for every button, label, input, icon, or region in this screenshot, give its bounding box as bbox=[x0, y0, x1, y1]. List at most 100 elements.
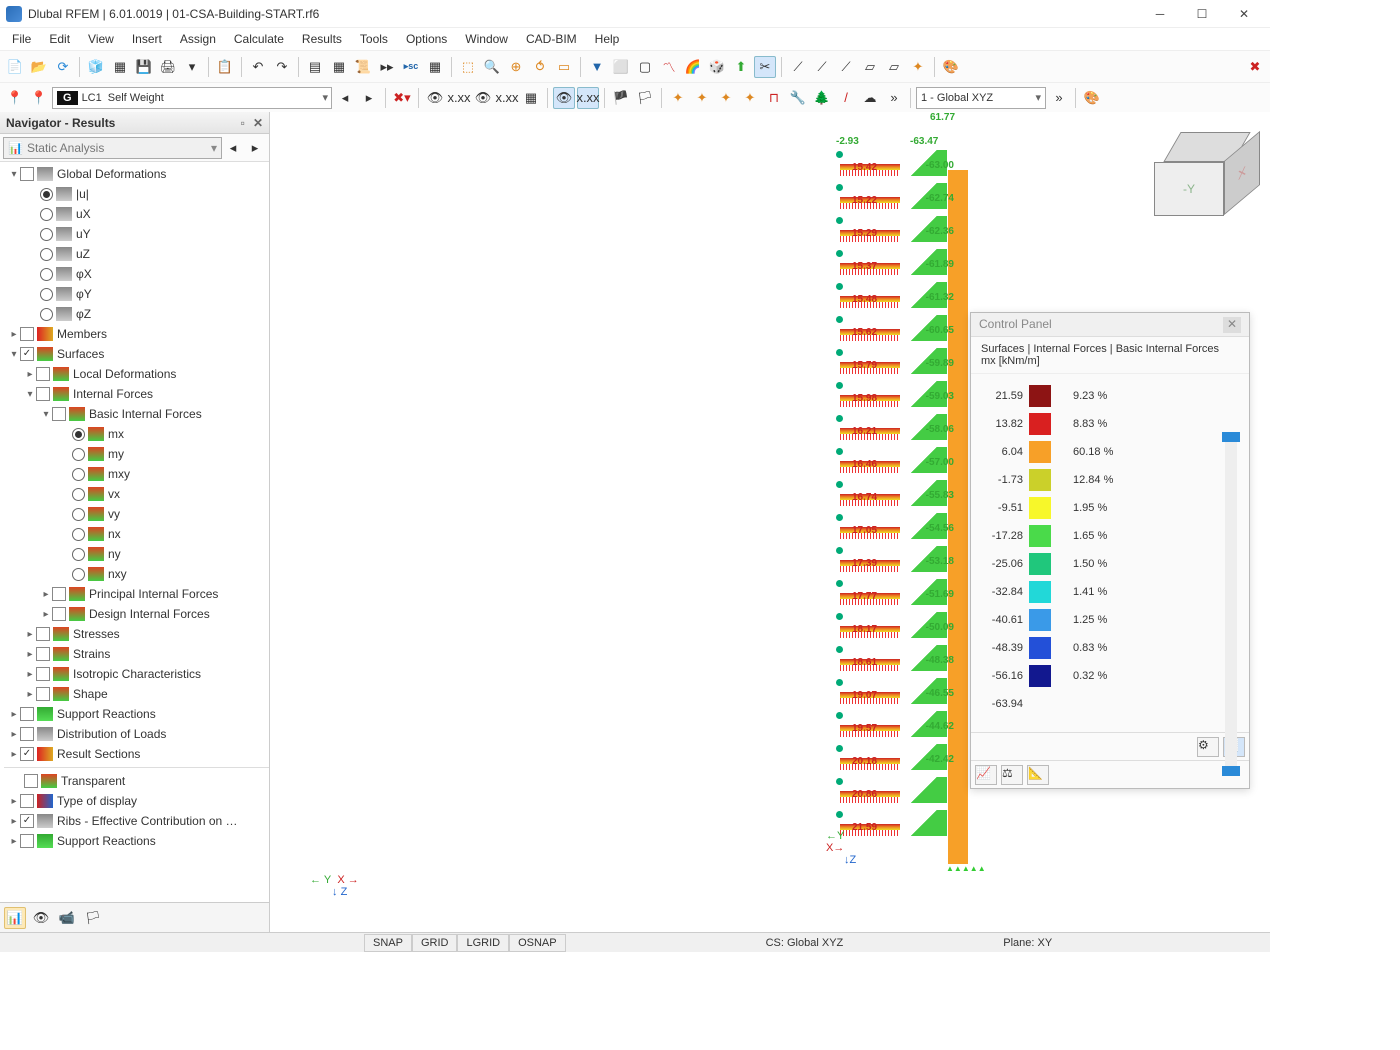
select-icon[interactable]: ⬚ bbox=[457, 56, 479, 78]
rect-icon[interactable]: ▭ bbox=[553, 56, 575, 78]
menu-options[interactable]: Options bbox=[398, 30, 455, 48]
wire-icon[interactable]: ▢ bbox=[634, 56, 656, 78]
star3-icon[interactable]: ✦ bbox=[715, 87, 737, 109]
open-icon[interactable]: 📂 bbox=[28, 56, 50, 78]
tree-radio-item[interactable]: φY bbox=[4, 284, 269, 304]
status-snap[interactable]: SNAP bbox=[364, 934, 412, 952]
script-icon[interactable]: 📜 bbox=[352, 56, 374, 78]
lc-next-icon[interactable]: ▸ bbox=[358, 87, 380, 109]
more-icon[interactable]: » bbox=[883, 87, 905, 109]
tree-radio-item[interactable]: vx bbox=[4, 484, 269, 504]
nav-mode-select[interactable]: 📊Static Analysis▾ bbox=[3, 137, 222, 159]
status-grid[interactable]: GRID bbox=[412, 934, 458, 952]
menu-tools[interactable]: Tools bbox=[352, 30, 396, 48]
maximize-button[interactable]: ☐ bbox=[1182, 2, 1222, 26]
status-osnap[interactable]: OSNAP bbox=[509, 934, 566, 952]
tree-radio-item[interactable]: nxy bbox=[4, 564, 269, 584]
viewport[interactable]: -Y X 61.77 -2.93 -63.47 ▲▲▲▲▲ 15.42-63.0… bbox=[270, 112, 1270, 932]
vis3-icon[interactable]: 👁 bbox=[472, 87, 494, 109]
nav-close-icon[interactable]: ✕ bbox=[253, 116, 263, 130]
menu-edit[interactable]: Edit bbox=[41, 30, 78, 48]
panel-opt1-icon[interactable]: ⚙ bbox=[1197, 737, 1219, 757]
beam2-icon[interactable]: ⟋ bbox=[811, 56, 833, 78]
close-button[interactable]: ✕ bbox=[1224, 2, 1264, 26]
menu-help[interactable]: Help bbox=[587, 30, 628, 48]
tree-radio-item[interactable]: uX bbox=[4, 204, 269, 224]
lc-pin2-icon[interactable]: 📍 bbox=[28, 87, 50, 109]
diagram-icon[interactable]: 〽 bbox=[658, 56, 680, 78]
cs-edit-icon[interactable]: 🎨 bbox=[1081, 87, 1103, 109]
tree-icon[interactable]: 🌲 bbox=[811, 87, 833, 109]
del-icon[interactable]: ✖ bbox=[1244, 56, 1266, 78]
tree-radio-item[interactable]: mx bbox=[4, 424, 269, 444]
navtab-eye-icon[interactable]: 👁 bbox=[30, 907, 52, 929]
lc-prev-icon[interactable]: ◂ bbox=[334, 87, 356, 109]
vis1-icon[interactable]: 👁 bbox=[424, 87, 446, 109]
panel-close-icon[interactable]: ✕ bbox=[1223, 317, 1241, 333]
sc-icon[interactable]: ▸sc bbox=[400, 56, 422, 78]
nav-prev-icon[interactable]: ◂ bbox=[222, 137, 244, 159]
iso-icon[interactable]: ⬜ bbox=[610, 56, 632, 78]
menu-insert[interactable]: Insert bbox=[124, 30, 170, 48]
palette-icon[interactable]: 🎨 bbox=[940, 56, 962, 78]
beam1-icon[interactable]: ⟋ bbox=[787, 56, 809, 78]
redo-icon[interactable]: ↷ bbox=[271, 56, 293, 78]
status-lgrid[interactable]: LGRID bbox=[457, 934, 509, 952]
model-icon[interactable]: 🧊 bbox=[85, 56, 107, 78]
pan-icon[interactable]: ⥀ bbox=[529, 56, 551, 78]
print-icon[interactable]: 🖨 bbox=[157, 56, 179, 78]
cloud-icon[interactable]: ☁ bbox=[859, 87, 881, 109]
tree-radio-item[interactable]: φX bbox=[4, 264, 269, 284]
vis6-icon[interactable]: 👁 bbox=[553, 87, 575, 109]
contour-icon[interactable]: 🌈 bbox=[682, 56, 704, 78]
menu-cadbim[interactable]: CAD-BIM bbox=[518, 30, 585, 48]
nav-undock-icon[interactable]: ▫ bbox=[241, 116, 245, 130]
zoomwin-icon[interactable]: ⊕ bbox=[505, 56, 527, 78]
section-icon[interactable]: ✂ bbox=[754, 56, 776, 78]
flag2-icon[interactable]: 🏳 bbox=[634, 87, 656, 109]
tree-radio-item[interactable]: ny bbox=[4, 544, 269, 564]
undo-icon[interactable]: ↶ bbox=[247, 56, 269, 78]
legend-slider[interactable] bbox=[1225, 434, 1237, 774]
view-cube[interactable]: -Y X bbox=[1154, 132, 1250, 216]
table-icon[interactable]: ▤ bbox=[304, 56, 326, 78]
vis7-icon[interactable]: x.xx bbox=[577, 87, 599, 109]
navtab-cam-icon[interactable]: 📹 bbox=[56, 907, 78, 929]
navtab-data-icon[interactable]: 📊 bbox=[4, 907, 26, 929]
ws-icon[interactable]: ▦ bbox=[424, 56, 446, 78]
cs-select[interactable]: 1 - Global XYZ ▾ bbox=[916, 87, 1046, 109]
menu-results[interactable]: Results bbox=[294, 30, 350, 48]
grid-icon[interactable]: ▦ bbox=[328, 56, 350, 78]
panel-tab3-icon[interactable]: 📐 bbox=[1027, 765, 1049, 785]
new-icon[interactable]: 📄 bbox=[4, 56, 26, 78]
vis4-icon[interactable]: x.xx bbox=[496, 87, 518, 109]
vis2-icon[interactable]: x.xx bbox=[448, 87, 470, 109]
flag1-icon[interactable]: 🏴 bbox=[610, 87, 632, 109]
tree-radio-item[interactable]: uY bbox=[4, 224, 269, 244]
menu-file[interactable]: File bbox=[4, 30, 39, 48]
surface1-icon[interactable]: ▱ bbox=[859, 56, 881, 78]
menu-view[interactable]: View bbox=[80, 30, 122, 48]
copy-icon[interactable]: 📋 bbox=[214, 56, 236, 78]
minimize-button[interactable]: ─ bbox=[1140, 2, 1180, 26]
tree-radio-item[interactable]: φZ bbox=[4, 304, 269, 324]
loadcase-select[interactable]: G LC1 Self Weight ▾ bbox=[52, 87, 332, 109]
tree-radio-item[interactable]: my bbox=[4, 444, 269, 464]
beam3-icon[interactable]: ⟋ bbox=[835, 56, 857, 78]
refresh-icon[interactable]: ⟳ bbox=[52, 56, 74, 78]
tree-radio-item[interactable]: uZ bbox=[4, 244, 269, 264]
panel-tab2-icon[interactable]: ⚖ bbox=[1001, 765, 1023, 785]
cs-more-icon[interactable]: » bbox=[1048, 87, 1070, 109]
menu-window[interactable]: Window bbox=[457, 30, 516, 48]
surface2-icon[interactable]: ▱ bbox=[883, 56, 905, 78]
navtab-flag-icon[interactable]: 🏳 bbox=[82, 907, 104, 929]
brick-icon[interactable]: ▦ bbox=[109, 56, 131, 78]
filter-icon[interactable]: ▼ bbox=[586, 56, 608, 78]
tree-radio-item[interactable]: mxy bbox=[4, 464, 269, 484]
tree-radio-item[interactable]: |u| bbox=[4, 184, 269, 204]
run-icon[interactable]: ▸▸ bbox=[376, 56, 398, 78]
chevron-down-icon[interactable]: ▾ bbox=[181, 56, 203, 78]
nav-next-icon[interactable]: ▸ bbox=[244, 137, 266, 159]
panel-tab1-icon[interactable]: 📈 bbox=[975, 765, 997, 785]
menu-calculate[interactable]: Calculate bbox=[226, 30, 292, 48]
